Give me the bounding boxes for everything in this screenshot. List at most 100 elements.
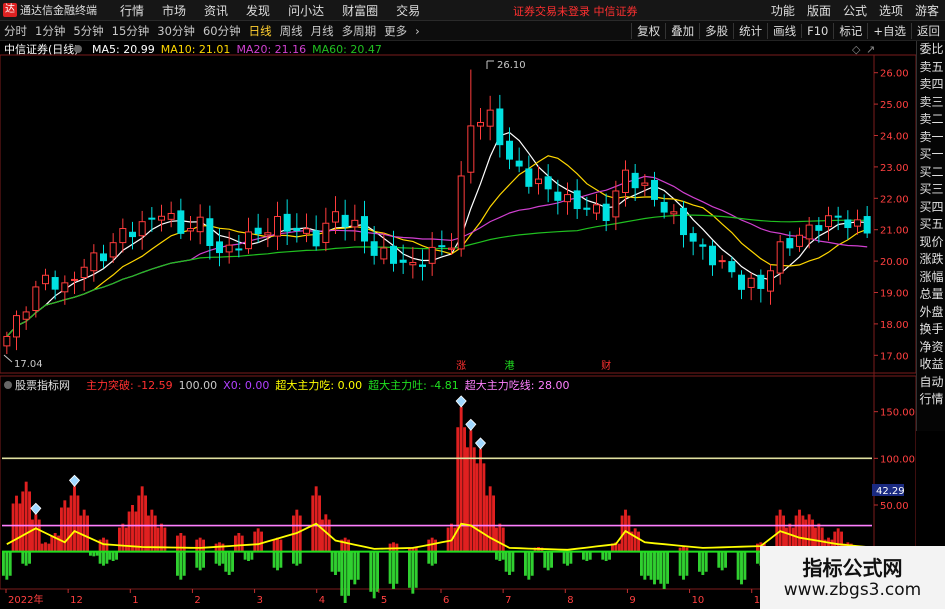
red-bar [314, 486, 318, 552]
candle-body [167, 212, 175, 220]
candle-body [854, 219, 861, 227]
period-5min[interactable]: 5分钟 [69, 23, 107, 39]
menu-options[interactable]: 选项 [873, 2, 909, 19]
red-bar [498, 523, 502, 552]
side-buy3[interactable]: 买三 [917, 181, 945, 199]
red-bar [24, 481, 28, 552]
green-bar [511, 551, 515, 572]
green-bar [388, 551, 392, 584]
tool-stats[interactable]: 统计 [733, 22, 767, 39]
chevron-right-icon[interactable]: › [411, 24, 424, 38]
tool-f10[interactable]: F10 [801, 23, 833, 38]
menu-guest[interactable]: 游客 [909, 2, 945, 19]
menu-market[interactable]: 市场 [153, 2, 195, 19]
indicator-tick-label: 100.00 [880, 454, 915, 465]
side-change[interactable]: 涨跌 [917, 251, 945, 269]
tool-draw[interactable]: 画线 [767, 22, 801, 39]
menu-wealth[interactable]: 财富圈 [333, 2, 387, 19]
green-bar [601, 551, 605, 560]
indicator-legend-item: 主力突破: -12.59 [86, 378, 173, 392]
period-multi[interactable]: 多周期 [338, 23, 381, 39]
side-buy1[interactable]: 买一 [917, 146, 945, 164]
side-change-pct[interactable]: 涨幅 [917, 269, 945, 287]
menu-quotes[interactable]: 行情 [111, 2, 153, 19]
period-60min[interactable]: 60分钟 [199, 23, 245, 39]
side-sell2[interactable]: 卖二 [917, 111, 945, 129]
green-bar [182, 551, 186, 576]
candle-body [651, 179, 658, 200]
red-bar [50, 535, 54, 552]
side-outer[interactable]: 外盘 [917, 304, 945, 322]
candle-body [622, 169, 629, 194]
candle-body [428, 246, 436, 264]
menu-layout[interactable]: 版面 [801, 2, 837, 19]
green-bar [372, 551, 376, 599]
side-sell1[interactable]: 卖一 [917, 129, 945, 147]
candle-body [815, 225, 823, 231]
settings-icon[interactable] [74, 45, 82, 53]
date-tick-label: 1 [132, 595, 138, 606]
side-price[interactable]: 现价 [917, 234, 945, 252]
green-bar [392, 551, 395, 589]
period-15min[interactable]: 15分钟 [108, 23, 154, 39]
menu-functions[interactable]: 功能 [765, 2, 801, 19]
login-status[interactable]: 证券交易未登录 中信证券 [513, 3, 638, 19]
green-bar [179, 551, 183, 580]
red-bar [37, 519, 41, 552]
red-bar [459, 407, 463, 552]
candlestick-series [3, 69, 871, 355]
red-bar [434, 539, 437, 552]
period-daily[interactable]: 日线 [245, 23, 276, 39]
period-intraday[interactable]: 分时 [0, 23, 31, 39]
date-tick-label: 2 [194, 595, 200, 606]
side-sell3[interactable]: 卖三 [917, 94, 945, 112]
indicator-settings-icon[interactable] [4, 381, 12, 389]
green-bar [530, 551, 534, 576]
side-buy4[interactable]: 买四 [917, 199, 945, 217]
menu-formula[interactable]: 公式 [837, 2, 873, 19]
period-weekly[interactable]: 周线 [276, 23, 307, 39]
red-bar [105, 539, 109, 552]
red-bar [124, 527, 128, 552]
menu-trade[interactable]: 交易 [387, 2, 429, 19]
tool-adjust[interactable]: 复权 [631, 22, 665, 39]
green-bar [656, 551, 660, 580]
period-more[interactable]: 更多 [380, 23, 411, 39]
side-quotes[interactable]: 行情 [917, 391, 945, 409]
date-axis: 2022年12123456789101112 [5, 589, 829, 606]
green-bar [562, 551, 566, 564]
menu-ask[interactable]: 问小达 [279, 2, 333, 19]
period-monthly[interactable]: 月线 [307, 23, 338, 39]
tool-overlay[interactable]: 叠加 [665, 22, 699, 39]
side-eps[interactable]: 收益 [917, 356, 945, 374]
menu-news[interactable]: 资讯 [195, 2, 237, 19]
green-bar [524, 551, 527, 576]
green-bar [434, 551, 437, 564]
period-1min[interactable]: 1分钟 [31, 23, 69, 39]
side-weibi[interactable]: 委比 [917, 41, 945, 59]
side-sell5[interactable]: 卖五 [917, 59, 945, 77]
side-buy5[interactable]: 买五 [917, 216, 945, 234]
red-bar [234, 535, 237, 552]
tool-mark[interactable]: 标记 [833, 22, 867, 39]
side-buy2[interactable]: 买二 [917, 164, 945, 182]
candle-body [332, 211, 339, 223]
tool-add-watchlist[interactable]: +自选 [867, 22, 911, 39]
side-nav[interactable]: 净资 [917, 339, 945, 357]
chart-mode-icon[interactable]: ◇ [852, 43, 861, 56]
menu-discover[interactable]: 发现 [237, 2, 279, 19]
side-volume[interactable]: 总量 [917, 286, 945, 304]
side-auto[interactable]: 自动 [917, 374, 945, 392]
candle-body [13, 315, 20, 338]
side-sell4[interactable]: 卖四 [917, 76, 945, 94]
signal-diamond-icon [465, 418, 477, 431]
tool-back[interactable]: 返回 [911, 22, 945, 39]
signal-diamond-icon [455, 395, 467, 408]
side-turnover[interactable]: 换手 [917, 321, 945, 339]
period-30min[interactable]: 30分钟 [153, 23, 199, 39]
date-tick-label: 4 [319, 595, 325, 606]
expand-icon[interactable]: ↗ [866, 43, 875, 56]
tool-multi-stock[interactable]: 多股 [699, 22, 733, 39]
candle-body [254, 227, 262, 235]
chart-area[interactable]: 17.00 18.00 19.00 20.00 21.00 22.00 23.00 24.00… [0, 41, 916, 609]
